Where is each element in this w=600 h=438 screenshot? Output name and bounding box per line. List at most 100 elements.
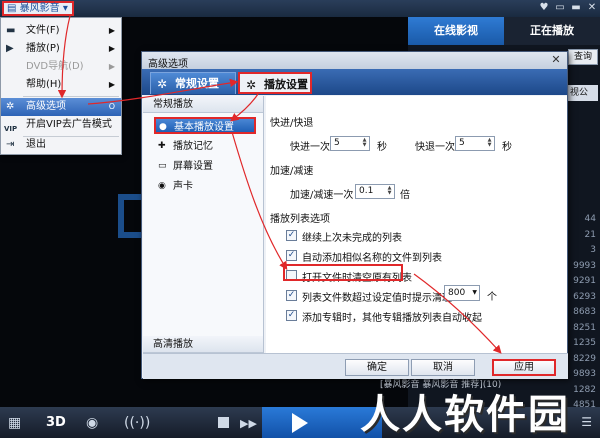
sidebar-item-sound-card[interactable]: ◉ 声卡 xyxy=(155,178,259,195)
list-item: 9993 xyxy=(573,260,596,271)
play-button[interactable] xyxy=(292,413,308,433)
next-button[interactable]: ▶▶ xyxy=(240,417,257,430)
chevron-down-icon: ▾ xyxy=(62,3,68,14)
checkbox-cleanup-prompt[interactable]: ✓ xyxy=(286,290,297,301)
speed-step-input[interactable]: 0.1 ▲ ▼ xyxy=(355,184,395,199)
menu-item-help[interactable]: 帮助(H) ▶ xyxy=(1,76,121,94)
tab-now-playing[interactable]: 正在播放 xyxy=(504,17,600,45)
apply-button[interactable]: 应用 xyxy=(492,359,556,376)
list-item: 9893 xyxy=(573,369,596,379)
option-auto-add-similar[interactable]: 自动添加相似名称的文件到列表 xyxy=(302,249,442,264)
minimize-icon[interactable]: ▬ xyxy=(570,1,582,14)
sound-effect-icon[interactable]: ((·)) xyxy=(124,415,150,431)
spinner-arrows-icon[interactable]: ▲ ▼ xyxy=(361,138,368,149)
section-title-seek: 快进/快退 xyxy=(270,118,314,129)
list-item: 1282 xyxy=(573,384,596,395)
play-circle-icon: ● xyxy=(159,122,167,132)
main-context-menu: ▬ 文件(F) ▶ ▶ 播放(P) ▶ DVD导航(D) ▶ 帮助(H) ▶ ✲… xyxy=(0,17,122,155)
list-item: 21 xyxy=(584,229,596,240)
option-collapse-albums[interactable]: 添加专辑时，其他专辑播放列表自动收起 xyxy=(302,309,482,324)
spinner-arrows-icon[interactable]: ▲ ▼ xyxy=(486,138,493,149)
menu-item-vip[interactable]: VIP 开启VIP去广告模式 xyxy=(1,116,121,134)
dialog-title: 高级选项 xyxy=(148,59,188,70)
speed-step-label: 加速/减速一次 xyxy=(290,190,354,201)
list-item: 8229 xyxy=(573,353,596,364)
cancel-button[interactable]: 取消 xyxy=(411,359,475,376)
gear-icon: ✲ xyxy=(157,77,168,91)
submenu-arrow-icon: ▶ xyxy=(108,26,115,35)
gear-icon: ✲ xyxy=(246,78,257,92)
app-title-bar: ▤ 暴风影音 ▾ ♥ ▭ ▬ ✕ xyxy=(0,0,600,17)
toolbox-icon[interactable]: ▦ xyxy=(8,415,21,431)
list-item: 6293 xyxy=(573,291,596,302)
restore-icon[interactable]: ▭ xyxy=(554,1,566,14)
folder-icon: ▬ xyxy=(6,25,16,36)
list-item: 1235 xyxy=(573,338,596,348)
loading-icon: O xyxy=(108,102,115,111)
menu-item-play[interactable]: ▶ 播放(P) ▶ xyxy=(1,40,121,58)
settings-sidebar: 常规播放 ● 基本播放设置 ✚ 播放记忆 ▭ 屏幕设置 ◉ 声卡 高清播放 xyxy=(143,96,264,353)
advanced-options-dialog: 高级选项 ✕ ✲ 常规设置 ✲ 播放设置 常规播放 ● 基本播放设置 ✚ 播放记… xyxy=(141,51,568,379)
exit-icon: ⇥ xyxy=(6,139,15,150)
dialog-tabs: ✲ 常规设置 ✲ 播放设置 xyxy=(142,69,567,95)
checkbox-continue-list[interactable]: ✓ xyxy=(286,230,297,241)
tab-general-settings[interactable]: ✲ 常规设置 xyxy=(150,72,236,94)
memory-icon: ✚ xyxy=(158,141,166,151)
play-icon: ▶ xyxy=(6,43,14,54)
watermark: 人人软件园 xyxy=(360,392,570,438)
3d-button[interactable]: 3D xyxy=(46,415,66,430)
heart-icon[interactable]: ♥ xyxy=(538,1,550,14)
threshold-select[interactable]: 800 ▼ xyxy=(444,285,480,301)
list-item: 8251 xyxy=(573,322,596,333)
spinner-arrows-icon[interactable]: ▲ ▼ xyxy=(386,186,393,197)
playlist-icon[interactable]: ☰ xyxy=(581,415,592,429)
menu-item-advanced-options[interactable]: ✲ 高级选项 O xyxy=(1,98,121,116)
back-seconds-input[interactable]: 5 ▲ ▼ xyxy=(455,136,495,151)
list-item: 9291 xyxy=(573,276,596,286)
checkbox-collapse-albums[interactable]: ✓ xyxy=(286,310,297,321)
threshold-unit-label: 个 xyxy=(487,292,497,303)
section-title-playlist: 播放列表选项 xyxy=(270,214,330,225)
monitor-icon: ▭ xyxy=(158,161,167,171)
submenu-arrow-icon: ▶ xyxy=(108,62,115,71)
menu-item-dvd[interactable]: DVD导航(D) ▶ xyxy=(1,58,121,76)
dialog-footer: 确定 取消 应用 xyxy=(143,353,568,379)
forward-seconds-input[interactable]: 5 ▲ ▼ xyxy=(330,136,370,151)
stop-button[interactable] xyxy=(218,417,229,428)
submenu-arrow-icon: ▶ xyxy=(108,44,115,53)
app-logo-icon: ▤ xyxy=(7,3,17,14)
forward-label: 快进一次 xyxy=(290,142,330,153)
list-item: 44 xyxy=(584,214,596,224)
dialog-title-bar[interactable]: 高级选项 ✕ xyxy=(142,52,567,70)
submenu-arrow-icon: ▶ xyxy=(108,80,115,89)
window-controls: ♥ ▭ ▬ ✕ xyxy=(538,1,598,14)
menu-item-file[interactable]: ▬ 文件(F) ▶ xyxy=(1,22,121,40)
side-select[interactable]: 视公 xyxy=(568,85,598,101)
speed-unit-label: 倍 xyxy=(400,190,410,201)
sidebar-group-hd-play[interactable]: 高清播放 xyxy=(143,336,263,353)
tab-play-settings[interactable]: ✲ 播放设置 xyxy=(238,72,312,94)
sidebar-item-basic-play[interactable]: ● 基本播放设置 xyxy=(154,117,256,134)
eye-icon[interactable]: ◉ xyxy=(86,415,98,431)
chevron-down-icon: ▼ xyxy=(472,289,477,296)
menu-divider xyxy=(23,96,119,97)
close-icon[interactable]: ✕ xyxy=(549,53,563,67)
sidebar-item-screen[interactable]: ▭ 屏幕设置 xyxy=(155,158,259,175)
side-search-button[interactable]: 查询 xyxy=(568,49,598,65)
checkbox-auto-add-similar[interactable]: ✓ xyxy=(286,250,297,261)
close-icon[interactable]: ✕ xyxy=(586,1,598,14)
menu-item-exit[interactable]: ⇥ 退出 xyxy=(1,136,121,154)
back-label: 快退一次 xyxy=(415,142,455,153)
app-logo-label: 暴风影音 xyxy=(19,3,60,14)
sidebar-group-general-play[interactable]: 常规播放 xyxy=(143,96,263,113)
app-menu-button[interactable]: ▤ 暴风影音 ▾ xyxy=(2,1,74,16)
gear-icon: ✲ xyxy=(6,101,15,112)
ok-button[interactable]: 确定 xyxy=(345,359,409,376)
option-continue-list[interactable]: 继续上次未完成的列表 xyxy=(302,229,402,244)
side-list-numbers: 44 21 3 9993 9291 6293 8683 8251 1235 82… xyxy=(573,212,596,414)
option-cleanup-prompt[interactable]: 列表文件数超过设定值时提示清理 xyxy=(302,289,452,304)
sidebar-item-play-memory[interactable]: ✚ 播放记忆 xyxy=(155,138,259,155)
highlight-clear-on-open xyxy=(283,264,403,281)
tab-online-video[interactable]: 在线影视 xyxy=(408,17,504,45)
settings-panel: 快进/快退 快进一次 5 ▲ ▼ 秒 快退一次 5 ▲ ▼ 秒 加速/减速 加速/减… xyxy=(266,96,567,353)
